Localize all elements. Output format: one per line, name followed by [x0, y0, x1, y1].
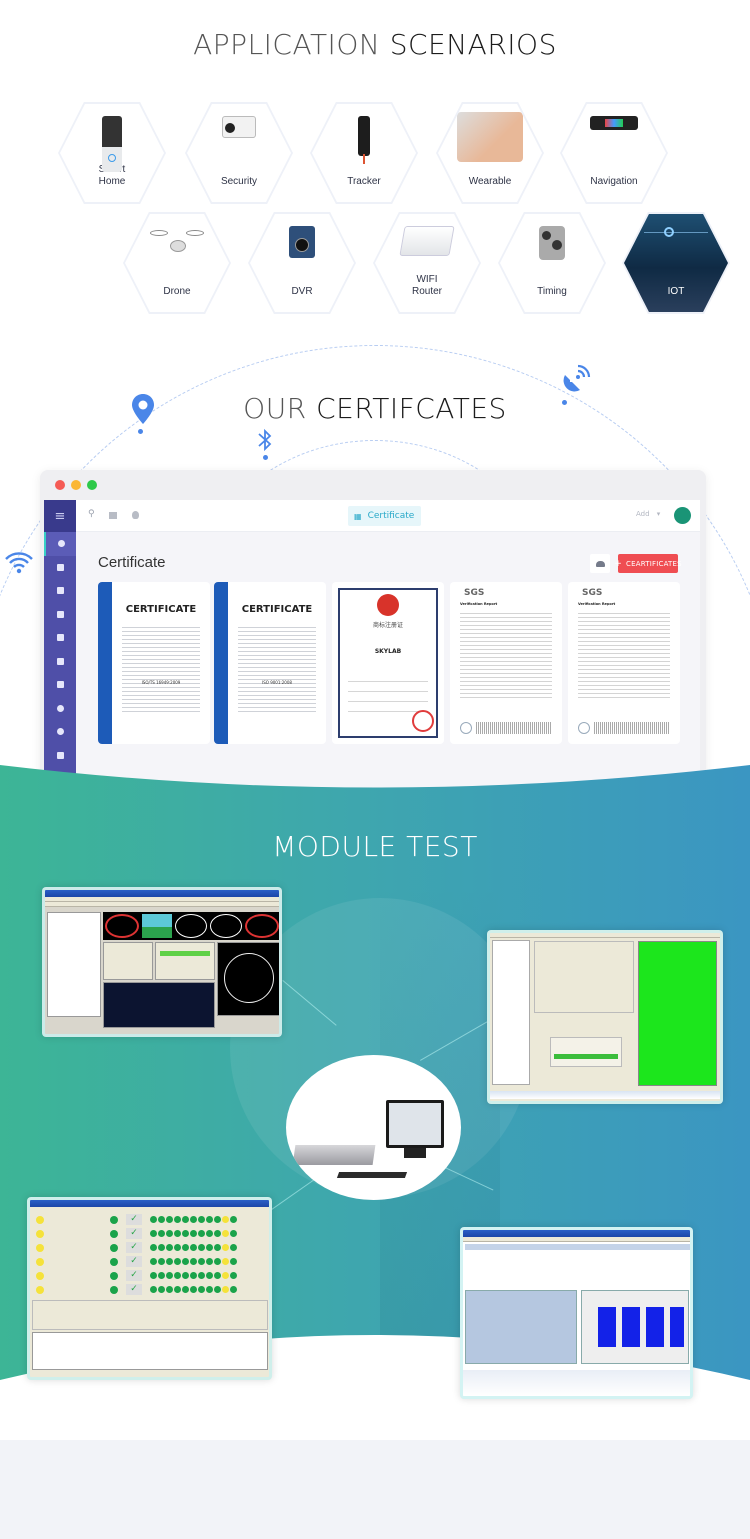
application-item: Tracker — [310, 102, 418, 204]
application-item: SmartHome — [58, 102, 166, 204]
standard-label: ISO 9001:2008 — [262, 680, 292, 685]
signal-analysis-screenshot — [460, 1227, 693, 1399]
multi-channel-test-screenshot: ✓ ✓ ✓ ✓ ✓ ✓ — [27, 1197, 272, 1380]
module-test-title: MODULE TEST — [272, 830, 478, 863]
gnss-monitor-screenshot — [42, 887, 282, 1037]
certificate-card[interactable]: CERTIFICATE ISO/TS 16949:2009 — [98, 582, 210, 744]
bluetooth-icon — [257, 428, 273, 456]
certificate-card[interactable]: SGS Verification Report — [450, 582, 562, 744]
search-icon[interactable]: ⚲ — [88, 509, 95, 519]
add-certificates-button[interactable]: + CEARTIFICATES — [614, 554, 682, 573]
application-label: WIFI Router — [411, 274, 442, 297]
chevron-down-icon: ▾ — [656, 510, 661, 518]
navigation-device-icon — [590, 116, 638, 130]
drone-icon — [148, 226, 206, 266]
content-area: Certificate + CEARTIFICATES CERTIFICATE I… — [76, 532, 700, 790]
application-item: DVR — [248, 212, 356, 314]
dashcam-icon — [289, 226, 315, 258]
channel-row: ✓ — [32, 1242, 268, 1254]
wifi-icon — [4, 551, 34, 579]
application-label: IOT — [667, 286, 685, 297]
channel-row: ✓ — [32, 1284, 268, 1296]
certificate-app-window: ≡ ⚲ ▦ Certificate Add ▾ Certificate + CE… — [40, 470, 706, 790]
channel-row: ✓ — [32, 1228, 268, 1240]
application-label: Security — [220, 176, 258, 187]
settings-icon[interactable] — [44, 697, 76, 721]
iot-city-icon — [644, 227, 708, 262]
alarm-icon[interactable] — [132, 511, 139, 519]
window-minimize-button[interactable] — [71, 480, 81, 490]
application-item: IOT — [622, 212, 730, 314]
page-footer-area — [0, 1440, 750, 1539]
menu-icon[interactable]: ≡ — [44, 500, 76, 532]
brand-label: SKYLAB — [374, 648, 402, 655]
timing-watch-icon — [539, 226, 565, 260]
standard-label: ISO/TS 16949:2009 — [141, 680, 181, 685]
gps-tracker-icon — [358, 116, 370, 164]
upload-button[interactable] — [590, 554, 610, 573]
dashboard-icon[interactable] — [44, 532, 76, 556]
page-heading: Certificate — [98, 554, 166, 571]
briefcase-icon[interactable] — [44, 603, 76, 627]
rf-test-screenshot — [487, 930, 723, 1104]
avatar[interactable] — [674, 507, 691, 524]
application-item: Navigation — [560, 102, 668, 204]
channel-row: ✓ — [32, 1214, 268, 1226]
application-label: Timing — [537, 286, 567, 297]
doorbell-icon — [102, 116, 122, 172]
application-item: WIFI Router — [373, 212, 481, 314]
certificate-card[interactable]: CERTIFICATE ISO 9001:2008 — [214, 582, 326, 744]
channel-row: ✓ — [32, 1256, 268, 1268]
decor-dot — [138, 429, 143, 434]
application-item: Security — [185, 102, 293, 204]
decor-dot — [263, 455, 268, 460]
application-label: DVR — [291, 286, 313, 297]
user-icon[interactable] — [44, 720, 76, 744]
contact-icon[interactable] — [44, 556, 76, 580]
application-label: Wearable — [468, 176, 512, 187]
application-scenarios-title: APPLICATION SCENARIOS — [193, 28, 557, 61]
channel-row: ✓ — [32, 1270, 268, 1282]
application-item: Timing — [498, 212, 606, 314]
tab-certificate[interactable]: ▦ Certificate — [348, 506, 421, 526]
security-camera-icon — [222, 116, 256, 138]
router-icon — [399, 226, 455, 256]
document-icon[interactable] — [44, 626, 76, 650]
window-close-button[interactable] — [55, 480, 65, 490]
cloud-upload-icon — [595, 560, 605, 567]
add-dropdown[interactable]: Add ▾ — [636, 510, 660, 518]
certificate-card[interactable]: SGS Verification Report — [568, 582, 680, 744]
window-maximize-button[interactable] — [87, 480, 97, 490]
application-item: Wearable — [436, 102, 544, 204]
calendar-icon[interactable] — [109, 512, 117, 519]
official-seal-icon — [412, 710, 434, 732]
test-equipment-image — [286, 1055, 461, 1200]
certificate-heading: CERTIFICATE — [125, 604, 197, 615]
certificates-title: OUR CERTIFCATES — [243, 392, 507, 425]
trash-icon[interactable] — [44, 744, 76, 768]
sgs-logo: SGS — [464, 588, 485, 598]
sgs-logo: SGS — [582, 588, 603, 598]
application-label: Drone — [163, 286, 191, 297]
mail-icon[interactable] — [44, 650, 76, 674]
calendar-icon[interactable] — [44, 673, 76, 697]
application-label: Tracker — [347, 176, 381, 187]
certificate-heading: CERTIFICATE — [241, 604, 313, 615]
national-emblem-icon — [377, 594, 399, 616]
building-icon[interactable] — [44, 579, 76, 603]
top-toolbar: ⚲ ▦ Certificate Add ▾ — [76, 500, 700, 532]
sidebar: ≡ — [44, 500, 76, 790]
certificate-card[interactable]: 商标注册证 SKYLAB — [332, 582, 444, 744]
grid-icon: ▦ — [354, 511, 362, 521]
application-label: Navigation — [590, 176, 638, 187]
wearable-watch-icon — [457, 112, 523, 162]
application-item: Drone — [123, 212, 231, 314]
